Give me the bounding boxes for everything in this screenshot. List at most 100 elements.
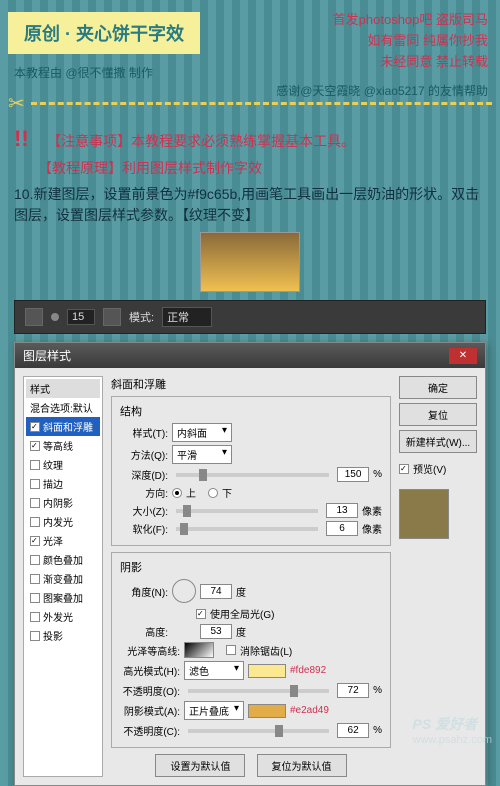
inner-glow-checkbox[interactable] [30, 517, 40, 527]
chevron-down-icon: ▾ [234, 663, 239, 678]
stroke-item[interactable]: 描边 [26, 474, 100, 493]
highlight-hex: #fde892 [290, 665, 326, 676]
depth-input[interactable]: 150 [337, 467, 369, 482]
pattern-overlay-item[interactable]: 图案叠加 [26, 588, 100, 607]
tablet-icon[interactable] [103, 308, 121, 326]
styles-list: 样式 混合选项:默认 斜面和浮雕 等高线 纹理 描边 内阴影 内发光 光泽 颜色… [23, 376, 103, 777]
direction-label: 方向: [120, 485, 168, 500]
step-10: 10.新建图层，设置前景色为#f9c65b,用画笔工具画出一层奶油的形状。双击图… [14, 184, 486, 226]
soften-input[interactable]: 6 [326, 521, 358, 536]
preview-checkbox[interactable] [399, 464, 409, 474]
gloss-contour-picker[interactable] [184, 642, 214, 658]
blend-options-item[interactable]: 混合选项:默认 [26, 398, 100, 417]
size-input[interactable]: 13 [326, 503, 358, 518]
color-overlay-label: 颜色叠加 [43, 552, 83, 567]
inner-shadow-label: 内阴影 [43, 495, 73, 510]
params-panel: 斜面和浮雕 结构 样式(T):内斜面▾ 方法(Q):平滑▾ 深度(D):150%… [111, 376, 391, 777]
gradient-overlay-item[interactable]: 渐变叠加 [26, 569, 100, 588]
method-label: 方法(Q): [120, 447, 168, 462]
pattern-overlay-label: 图案叠加 [43, 590, 83, 605]
altitude-label: 高度: [120, 624, 168, 639]
texture-item[interactable]: 纹理 [26, 455, 100, 474]
dialog-title-text: 图层样式 [23, 347, 71, 364]
angle-input[interactable]: 74 [200, 584, 232, 599]
global-light-checkbox[interactable] [196, 609, 206, 619]
scissors-icon: ✂ [8, 91, 25, 116]
shadow-mode-dropdown[interactable]: 正片叠底▾ [184, 701, 244, 720]
exclaim-icon: !! [14, 126, 29, 152]
shadow-opacity-slider[interactable] [188, 729, 329, 733]
texture-checkbox[interactable] [30, 460, 40, 470]
brush-size-input[interactable] [67, 309, 95, 325]
depth-slider[interactable] [176, 473, 329, 477]
soften-slider[interactable] [176, 527, 318, 531]
chevron-down-icon: ▾ [222, 425, 227, 440]
contour-checkbox[interactable] [30, 441, 40, 451]
set-default-button[interactable]: 设置为默认值 [155, 754, 245, 777]
highlight-opacity-input[interactable]: 72 [337, 683, 369, 698]
credit-right: 感谢@天空霞晓 @xiao5217 的友情帮助 [276, 82, 488, 99]
mode-label: 模式: [129, 309, 154, 325]
inner-glow-item[interactable]: 内发光 [26, 512, 100, 531]
structure-group: 结构 样式(T):内斜面▾ 方法(Q):平滑▾ 深度(D):150% 方向:上下… [111, 396, 391, 546]
red-line: 首发photoshop吧 盗版司马 [333, 10, 488, 31]
bevel-checkbox[interactable] [30, 422, 40, 432]
shadow-opacity-input[interactable]: 62 [337, 723, 369, 738]
satin-checkbox[interactable] [30, 536, 40, 546]
color-overlay-item[interactable]: 颜色叠加 [26, 550, 100, 569]
brush-preview-icon[interactable] [51, 313, 59, 321]
outer-glow-item[interactable]: 外发光 [26, 607, 100, 626]
bevel-label: 斜面和浮雕 [43, 419, 93, 434]
shading-title: 阴影 [120, 559, 382, 575]
color-overlay-checkbox[interactable] [30, 555, 40, 565]
reset-default-button[interactable]: 复位为默认值 [257, 754, 347, 777]
blend-mode-dropdown[interactable]: 正常 [162, 307, 212, 327]
inner-shadow-item[interactable]: 内阴影 [26, 493, 100, 512]
angle-label: 角度(N): [120, 584, 168, 599]
cancel-button[interactable]: 复位 [399, 403, 477, 426]
method-dropdown[interactable]: 平滑▾ [172, 445, 232, 464]
drop-shadow-label: 投影 [43, 628, 63, 643]
brush-icon[interactable] [25, 308, 43, 326]
close-button[interactable]: ✕ [449, 348, 477, 364]
satin-item[interactable]: 光泽 [26, 531, 100, 550]
altitude-input[interactable]: 53 [200, 624, 232, 639]
highlight-opacity-slider[interactable] [188, 689, 329, 693]
ok-button[interactable]: 确定 [399, 376, 477, 399]
brush-toolbar: 模式: 正常 [14, 300, 486, 334]
contour-label: 等高线 [43, 438, 73, 453]
shadow-color-swatch[interactable] [248, 704, 286, 718]
drop-shadow-checkbox[interactable] [30, 631, 40, 641]
satin-label: 光泽 [43, 533, 63, 548]
dir-down-radio[interactable] [208, 488, 218, 498]
gradient-overlay-checkbox[interactable] [30, 574, 40, 584]
size-slider[interactable] [176, 509, 318, 513]
soften-label: 软化(F): [120, 521, 168, 536]
styles-header[interactable]: 样式 [26, 379, 100, 398]
note-1: 【注意事项】本教程要求必须熟练掌握基本工具。 [47, 133, 355, 149]
antialias-checkbox[interactable] [226, 645, 236, 655]
dialog-titlebar: 图层样式 ✕ [15, 343, 485, 368]
inner-glow-label: 内发光 [43, 514, 73, 529]
shadow-hex: #e2ad49 [290, 705, 329, 716]
dir-up-radio[interactable] [172, 488, 182, 498]
drop-shadow-item[interactable]: 投影 [26, 626, 100, 645]
pattern-overlay-checkbox[interactable] [30, 593, 40, 603]
highlight-color-swatch[interactable] [248, 664, 286, 678]
highlight-mode-dropdown[interactable]: 滤色▾ [184, 661, 244, 680]
notes-block: !! 【注意事项】本教程要求必须熟练掌握基本工具。 【教程原理】利用图层样式制作… [0, 126, 500, 178]
contour-item[interactable]: 等高线 [26, 436, 100, 455]
angle-wheel[interactable] [172, 579, 196, 603]
global-light-label: 使用全局光(G) [210, 606, 274, 621]
outer-glow-checkbox[interactable] [30, 612, 40, 622]
default-buttons: 设置为默认值 复位为默认值 [111, 754, 391, 777]
copyright-warning: 首发photoshop吧 盗版司马 如有雷同 纯属你抄我 未经同意 禁止转载 [333, 10, 488, 72]
stroke-checkbox[interactable] [30, 479, 40, 489]
style-dropdown[interactable]: 内斜面▾ [172, 423, 232, 442]
page-title: 原创 · 夹心饼干字效 [8, 12, 200, 54]
red-line: 如有雷同 纯属你抄我 [333, 31, 488, 52]
inner-shadow-checkbox[interactable] [30, 498, 40, 508]
watermark-brand: PS 爱好者 [413, 716, 478, 732]
bevel-item[interactable]: 斜面和浮雕 [26, 417, 100, 436]
new-style-button[interactable]: 新建样式(W)... [399, 430, 477, 453]
